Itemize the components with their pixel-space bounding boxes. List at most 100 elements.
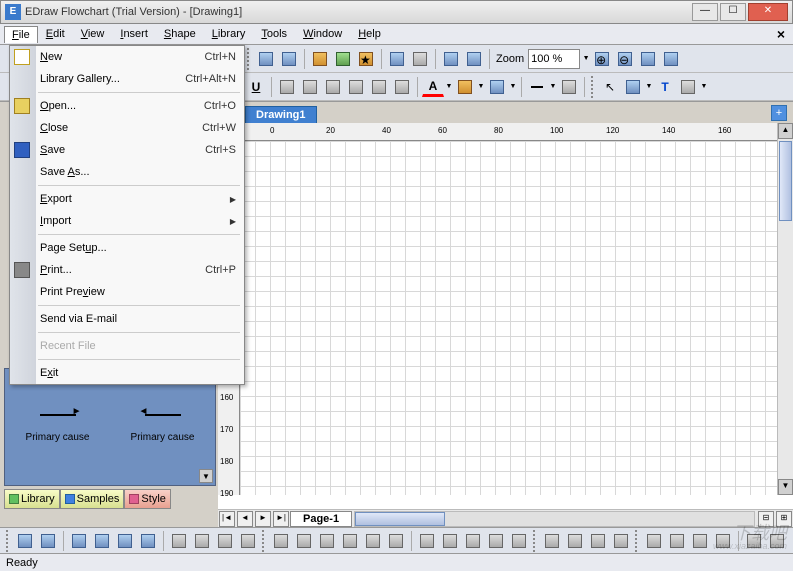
page-tab-1[interactable]: Page-1 [290, 511, 352, 527]
split-button-2[interactable]: ⊞ [776, 511, 792, 527]
tab-samples[interactable]: Samples [60, 489, 125, 509]
first-page-button[interactable]: |◄ [219, 511, 235, 527]
toolbar-grip-2[interactable] [591, 76, 596, 98]
menu-file[interactable]: File [4, 26, 38, 43]
space-button-1[interactable] [643, 530, 665, 552]
zoom-out-button[interactable]: ⊖ [614, 48, 636, 70]
line-style-dropdown[interactable]: ▼ [549, 76, 557, 98]
menu-edit[interactable]: Edit [38, 25, 73, 43]
file-new[interactable]: NewCtrl+N [10, 46, 244, 68]
center-h-button[interactable] [743, 530, 765, 552]
next-page-button[interactable]: ► [255, 511, 271, 527]
space-button-2[interactable] [666, 530, 688, 552]
shape-label-2[interactable]: Primary cause [131, 432, 195, 443]
same-height-button[interactable] [485, 530, 507, 552]
shape-dropdown[interactable]: ▼ [700, 76, 708, 98]
file-save-as[interactable]: Save As... [10, 161, 244, 183]
menu-insert[interactable]: Insert [112, 25, 156, 43]
align-center-button[interactable] [299, 76, 321, 98]
arrange-grip-1[interactable] [6, 530, 11, 552]
space-button-3[interactable] [689, 530, 711, 552]
arrow-right-shape[interactable] [40, 414, 76, 416]
snap-button-3[interactable] [587, 530, 609, 552]
crop-button[interactable] [409, 48, 431, 70]
scroll-up-button[interactable]: ▲ [778, 123, 793, 139]
highlight-dropdown[interactable]: ▼ [477, 76, 485, 98]
arrange-grip-3[interactable] [533, 530, 538, 552]
bring-forward-button[interactable] [114, 530, 136, 552]
snap-button-2[interactable] [564, 530, 586, 552]
minimize-button[interactable]: — [692, 3, 718, 21]
distribute-v-button[interactable] [439, 530, 461, 552]
menu-help[interactable]: Help [350, 25, 389, 43]
underline-button[interactable]: U [245, 76, 267, 98]
align-b-button[interactable] [385, 530, 407, 552]
zoom-page-button[interactable] [660, 48, 682, 70]
panel-scroll-down[interactable]: ▼ [199, 469, 213, 483]
mdi-close-button[interactable]: × [773, 26, 789, 42]
file-open[interactable]: Open...Ctrl+O [10, 95, 244, 117]
star-button[interactable]: ★ [355, 48, 377, 70]
file-close[interactable]: CloseCtrl+W [10, 117, 244, 139]
ungroup-button[interactable] [37, 530, 59, 552]
menu-shape[interactable]: Shape [156, 25, 204, 43]
prev-page-button[interactable]: ◄ [237, 511, 253, 527]
add-document-tab[interactable]: + [771, 105, 787, 121]
highlight-button[interactable] [454, 76, 476, 98]
valign-bot-button[interactable] [391, 76, 413, 98]
last-page-button[interactable]: ►| [273, 511, 289, 527]
align-t-button[interactable] [339, 530, 361, 552]
menu-view[interactable]: View [73, 25, 113, 43]
shape-label-1[interactable]: Primary cause [26, 432, 90, 443]
group-button[interactable] [14, 530, 36, 552]
close-button[interactable]: ✕ [748, 3, 788, 21]
vertical-scrollbar[interactable]: ▲ ▼ [777, 123, 793, 495]
file-save[interactable]: SaveCtrl+S [10, 139, 244, 161]
arrow-left-shape[interactable] [145, 414, 181, 416]
shape-tool[interactable] [677, 76, 699, 98]
arrange-grip-2[interactable] [262, 530, 267, 552]
file-library-gallery[interactable]: Library Gallery...Ctrl+Alt+N [10, 68, 244, 90]
space-button-4[interactable] [712, 530, 734, 552]
pointer-tool[interactable]: ↖ [599, 76, 621, 98]
arrange-grip-4[interactable] [635, 530, 640, 552]
send-back-button[interactable] [91, 530, 113, 552]
align-m-button[interactable] [362, 530, 384, 552]
file-exit[interactable]: Exit [10, 362, 244, 384]
center-v-button[interactable] [766, 530, 788, 552]
align-l-button[interactable] [270, 530, 292, 552]
check-button[interactable] [332, 48, 354, 70]
scroll-v-thumb[interactable] [779, 141, 792, 221]
connector-dropdown[interactable]: ▼ [645, 76, 653, 98]
fill-button[interactable] [486, 76, 508, 98]
find-button[interactable] [309, 48, 331, 70]
redo-button[interactable] [278, 48, 300, 70]
align-left-button[interactable] [276, 76, 298, 98]
snap-button-1[interactable] [541, 530, 563, 552]
menu-window[interactable]: Window [295, 25, 350, 43]
scroll-h-thumb[interactable] [355, 512, 445, 526]
flip-h-button[interactable] [214, 530, 236, 552]
zoom-in-button[interactable]: ⊕ [591, 48, 613, 70]
layout-btn-1[interactable] [440, 48, 462, 70]
align-r-button[interactable] [316, 530, 338, 552]
distribute-h-button[interactable] [416, 530, 438, 552]
zoom-combo[interactable] [528, 49, 580, 69]
snap-button-4[interactable] [610, 530, 632, 552]
layout-btn-2[interactable] [463, 48, 485, 70]
file-print[interactable]: Print...Ctrl+P [10, 259, 244, 281]
file-print-preview[interactable]: Print Preview [10, 281, 244, 303]
tab-library[interactable]: Library [4, 489, 60, 509]
zoom-dropdown[interactable]: ▼ [582, 48, 590, 70]
align-right-button[interactable] [322, 76, 344, 98]
tab-style[interactable]: Style [124, 489, 170, 509]
toolbar-grip[interactable] [247, 48, 252, 70]
font-color-dropdown[interactable]: ▼ [445, 76, 453, 98]
file-import[interactable]: Import▶ [10, 210, 244, 232]
bring-front-button[interactable] [68, 530, 90, 552]
window-arrange-button[interactable] [386, 48, 408, 70]
valign-top-button[interactable] [345, 76, 367, 98]
zoom-fit-button[interactable] [637, 48, 659, 70]
flip-v-button[interactable] [237, 530, 259, 552]
undo-button[interactable] [255, 48, 277, 70]
